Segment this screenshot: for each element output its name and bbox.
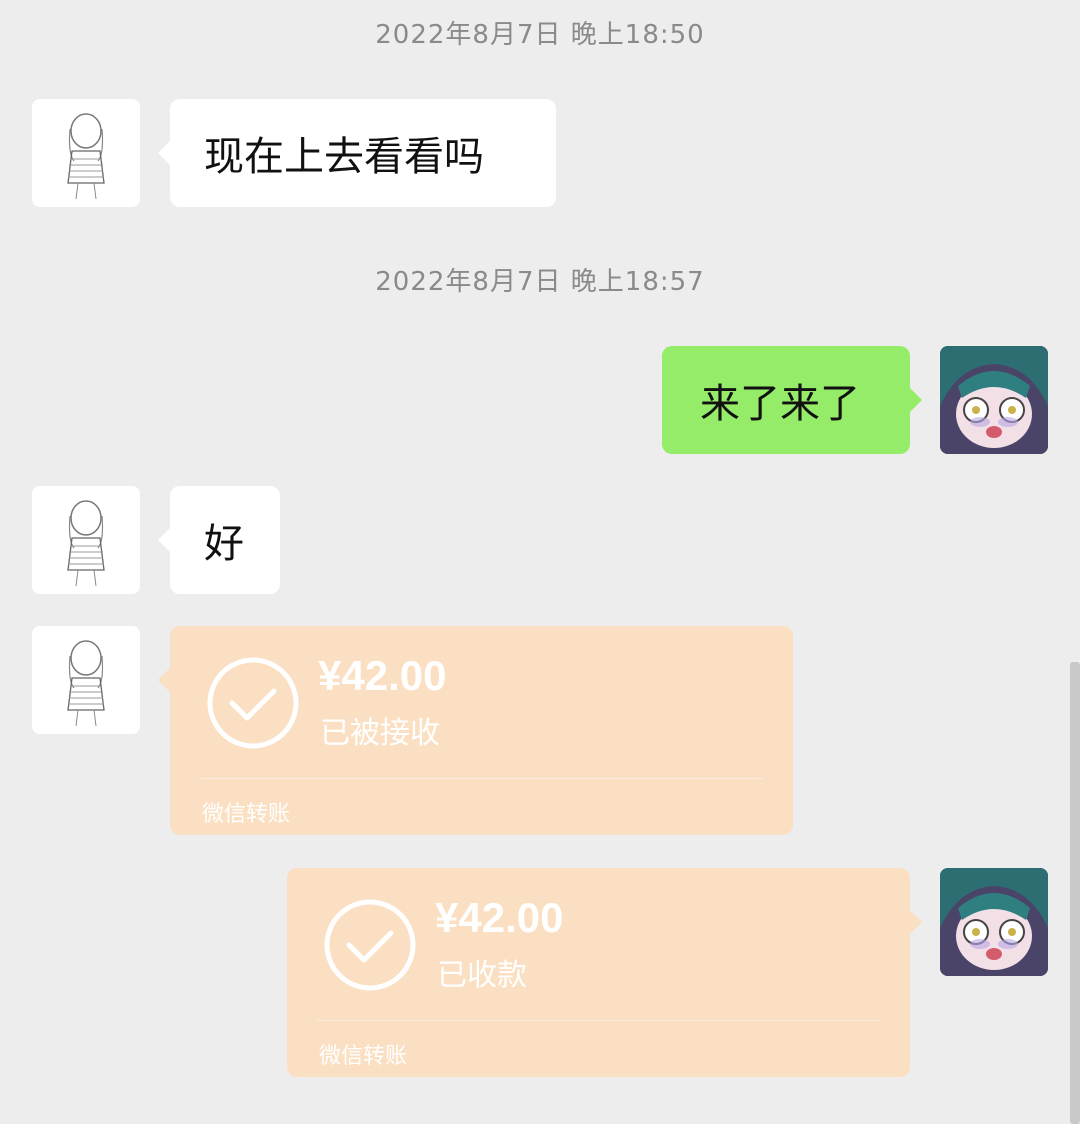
transfer-status: 已被接收 (320, 716, 440, 751)
transfer-divider (200, 778, 763, 779)
message-text: 好 (204, 521, 244, 567)
transfer-card[interactable]: ¥42.00 已被接收 微信转账 (158, 626, 793, 835)
transfer-label: 微信转账 (202, 802, 291, 827)
contact-avatar[interactable] (32, 99, 140, 207)
check-circle-icon (207, 657, 299, 749)
self-avatar[interactable] (940, 346, 1048, 454)
timestamp: 2022年8月7日 晚上18:50 (375, 20, 705, 50)
scrollbar[interactable] (1070, 662, 1080, 1124)
transfer-status: 已收款 (437, 958, 527, 993)
transfer-amount: ¥42.00 (318, 652, 447, 699)
message-bubble[interactable]: 现在上去看看吗 (158, 99, 556, 207)
girl-sketch-icon (32, 626, 140, 734)
self-avatar[interactable] (940, 868, 1048, 976)
message-bubble[interactable]: 来了来了 (662, 346, 922, 454)
girl-sketch-icon (32, 486, 140, 594)
contact-avatar[interactable] (32, 626, 140, 734)
transfer-label: 微信转账 (319, 1044, 408, 1069)
transfer-card[interactable]: ¥42.00 已收款 微信转账 (287, 868, 922, 1077)
timestamp: 2022年8月7日 晚上18:57 (375, 267, 705, 297)
check-circle-icon (324, 899, 416, 991)
anime-boy-icon (940, 346, 1048, 454)
message-bubble[interactable]: 好 (158, 486, 280, 594)
anime-boy-icon (940, 868, 1048, 976)
message-text: 来了来了 (700, 381, 860, 427)
transfer-divider (317, 1020, 880, 1021)
contact-avatar[interactable] (32, 486, 140, 594)
transfer-amount: ¥42.00 (435, 894, 564, 941)
message-text: 现在上去看看吗 (204, 134, 484, 180)
girl-sketch-icon (32, 99, 140, 207)
